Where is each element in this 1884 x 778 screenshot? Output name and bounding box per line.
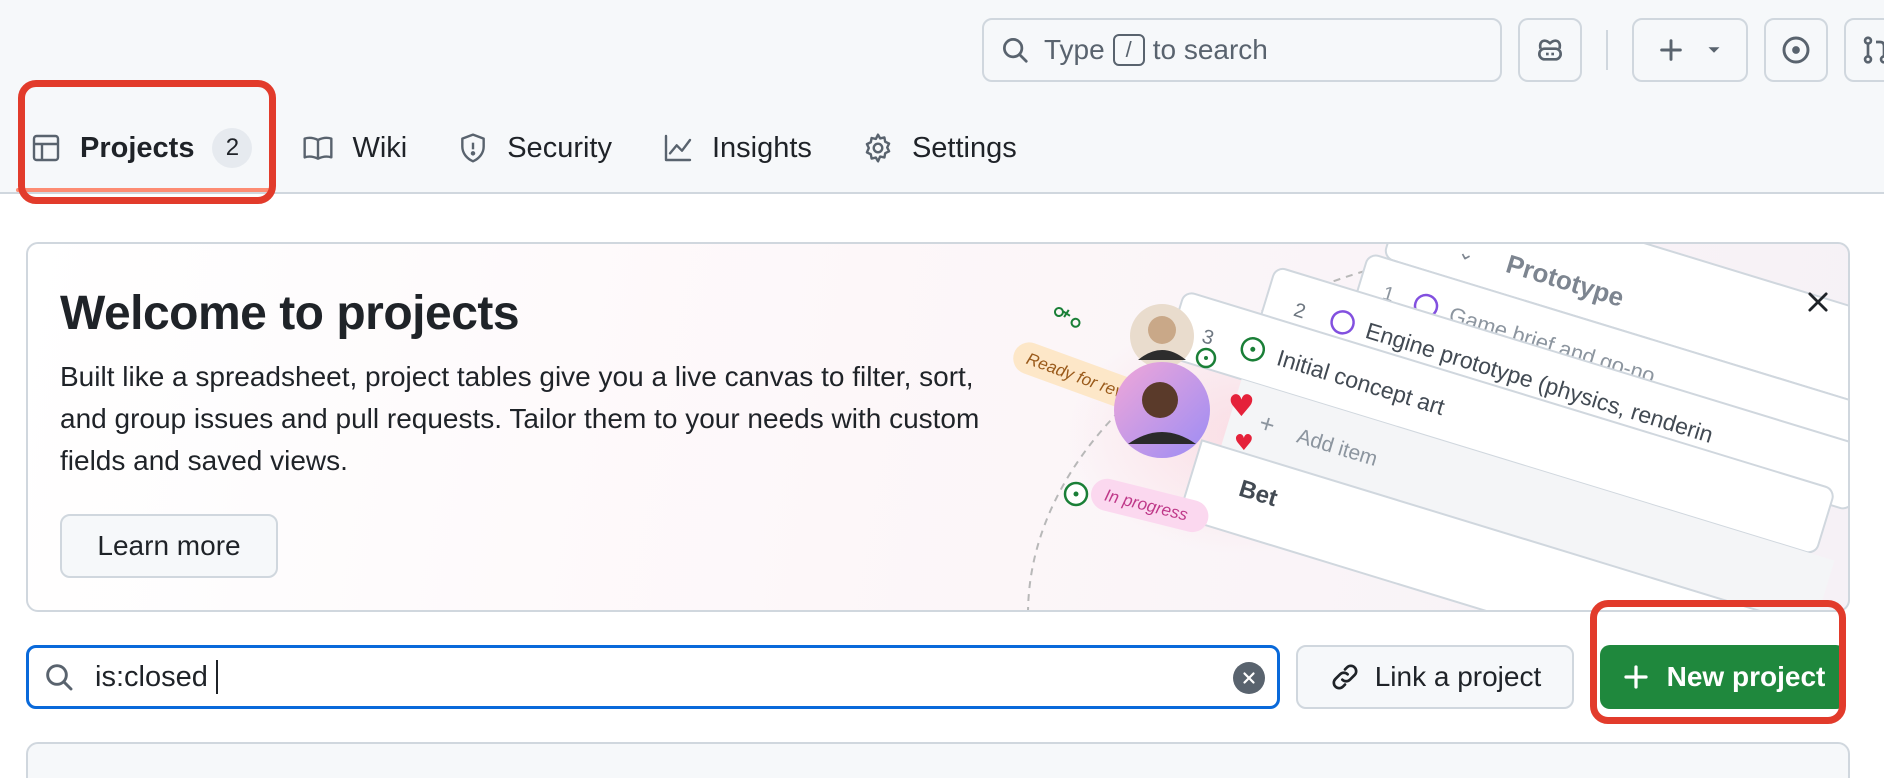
tab-insights-label: Insights: [711, 131, 812, 164]
tab-wiki[interactable]: Wiki: [302, 120, 407, 176]
close-icon: [1808, 292, 1828, 312]
projects-filter-input[interactable]: is:closed: [26, 645, 1280, 709]
clear-filter-button[interactable]: [1233, 662, 1265, 694]
banner-description: Built like a spreadsheet, project tables…: [60, 361, 980, 476]
svg-text:♥: ♥: [1228, 389, 1255, 424]
issue-opened-icon: [1782, 36, 1810, 64]
search-icon: [46, 664, 73, 691]
learn-more-button[interactable]: Learn more: [60, 514, 278, 578]
tab-security-label: Security: [507, 131, 612, 164]
shield-icon: [461, 133, 486, 163]
svg-text:♥: ♥: [1234, 431, 1254, 456]
tab-wiki-label: Wiki: [352, 131, 408, 164]
projects-illustration: Prototype ⌄ 1 Game brief and go-no 2 Eng…: [1013, 244, 1848, 610]
pull-requests-button[interactable]: [1844, 18, 1884, 82]
graph-icon: [664, 134, 692, 162]
x-circle-icon: [1243, 672, 1255, 684]
create-new-button[interactable]: [1632, 18, 1748, 82]
search-icon: [1003, 38, 1028, 63]
copilot-button[interactable]: [1518, 18, 1582, 82]
issues-button[interactable]: [1764, 18, 1828, 82]
search-input[interactable]: Type / to search: [982, 18, 1502, 82]
welcome-banner: Welcome to projects Built like a spreads…: [26, 242, 1850, 612]
tab-settings-label: Settings: [911, 131, 1017, 164]
search-prefix: Type: [1044, 34, 1105, 65]
gear-icon: [865, 133, 891, 163]
triangle-down-icon: [1708, 47, 1720, 53]
projects-list-container: [26, 742, 1850, 778]
link-icon: [1332, 664, 1358, 690]
top-header: Type / to search Projects 2 Wiki Securit…: [0, 0, 1884, 194]
plus-icon: [1660, 39, 1682, 61]
link-project-button[interactable]: Link a project: [1296, 645, 1574, 709]
tab-security[interactable]: Security: [457, 120, 612, 176]
search-shortcut-key: /: [1112, 34, 1145, 66]
banner-title: Welcome to projects: [60, 287, 520, 340]
search-placeholder: Type / to search: [1044, 34, 1268, 66]
dismiss-banner-button[interactable]: [1798, 282, 1838, 322]
tab-insights[interactable]: Insights: [662, 120, 812, 176]
book-icon: [303, 136, 333, 160]
search-suffix: to search: [1152, 34, 1268, 65]
filter-value: is:closed: [95, 660, 208, 693]
new-project-highlight: [1590, 600, 1846, 724]
text-cursor: [215, 660, 218, 694]
tab-settings[interactable]: Settings: [862, 120, 1017, 176]
link-project-label: Link a project: [1374, 661, 1542, 692]
header-divider: [1606, 30, 1608, 70]
git-pull-request-icon: [1863, 36, 1884, 64]
copilot-icon: [1538, 39, 1562, 61]
projects-tab-highlight: [18, 80, 276, 204]
